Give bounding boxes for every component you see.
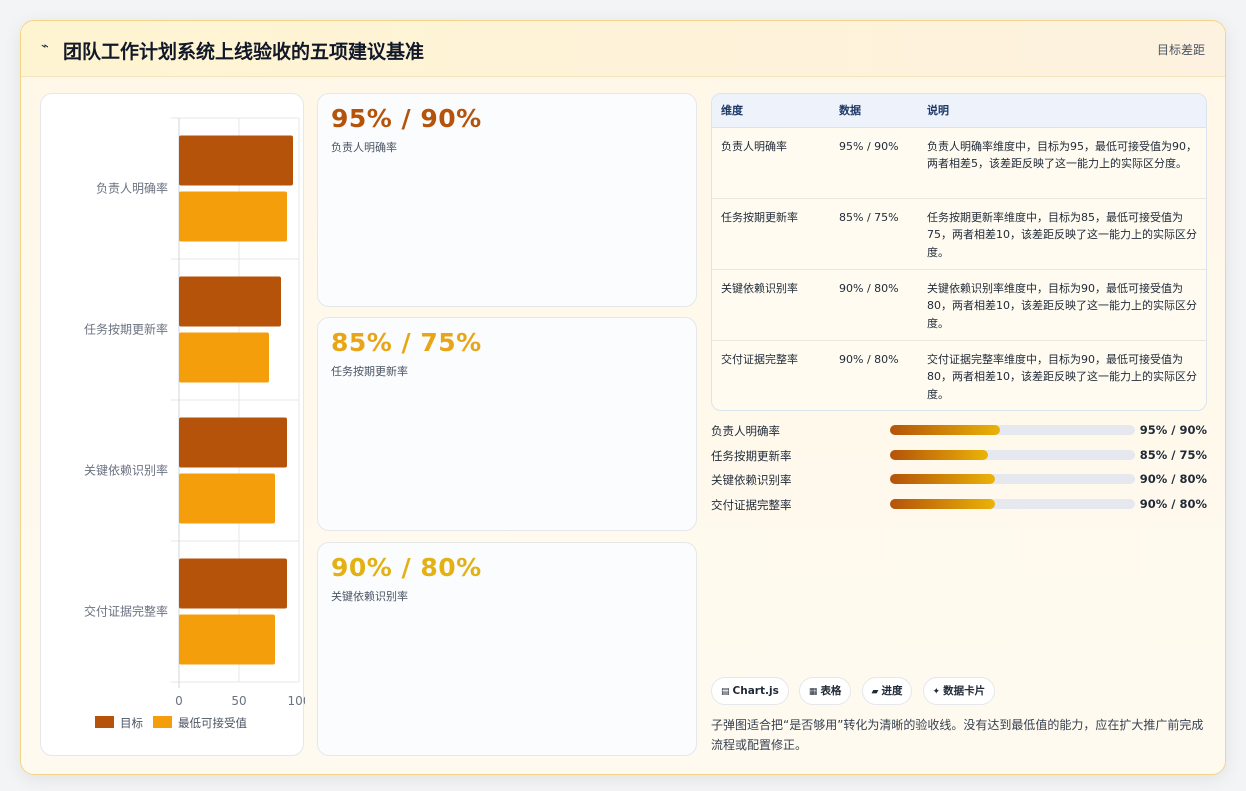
chip-label: Chart.js	[732, 685, 779, 697]
table-header-row: 维度 数据 说明	[712, 94, 1206, 128]
x-tick-label: 0	[175, 694, 183, 708]
bar-target	[179, 135, 293, 186]
stat-card: 95% / 90% 负责人明确率	[317, 93, 697, 307]
progress-fill	[890, 449, 988, 460]
table-row: 负责人明确率 95% / 90% 负责人明确率维度中，目标为95，最低可接受值为…	[712, 127, 1206, 199]
table-header: 说明	[918, 94, 1206, 128]
progress-icon: ▰	[871, 687, 879, 697]
progress-row: 任务按期更新率 85% / 75%	[711, 446, 1207, 471]
bar-minimum	[179, 614, 275, 665]
table-cell-data: 90% / 80%	[839, 352, 899, 366]
table-cell-data: 95% / 90%	[830, 127, 918, 199]
progress-fill	[890, 474, 996, 484]
stat-card: 90% / 80% 关键依赖识别率	[317, 542, 697, 756]
chip-row: ▤ Chart.js ▦ 表格 ▰ 进度 ✦ 数据卡片	[711, 677, 1000, 705]
progress-value: 85% / 75%	[1139, 447, 1207, 462]
table-row: 关键依赖识别率 90% / 80% 关键依赖识别率维度中，目标为90，最低可接受…	[712, 269, 1206, 341]
chip-label: 数据卡片	[943, 685, 986, 697]
legend-swatch	[153, 716, 172, 728]
legend-label: 目标	[120, 716, 143, 730]
stat-card-label: 任务按期更新率	[331, 365, 408, 378]
category-label: 关键依赖识别率	[84, 463, 168, 478]
header: ⌁ 团队工作计划系统上线验收的五项建议基准 目标差距	[21, 21, 1225, 77]
table-cell-dim: 关键依赖识别率	[712, 269, 830, 341]
stat-card-value: 90% / 80%	[331, 553, 482, 582]
table-cell-data: 90% / 80%	[830, 269, 918, 341]
table-cell-dim: 任务按期更新率	[712, 198, 830, 270]
progress-value: 90% / 80%	[1139, 472, 1207, 486]
page-title: 团队工作计划系统上线验收的五项建议基准	[63, 41, 425, 63]
chip-label: 进度	[881, 685, 903, 697]
stat-card-value: 85% / 75%	[331, 328, 482, 357]
bar-minimum	[179, 332, 269, 383]
table-header: 数据	[830, 94, 918, 128]
progress-label: 负责人明确率	[711, 424, 780, 438]
stat-card: 85% / 75% 任务按期更新率	[317, 317, 697, 531]
stat-card-label: 负责人明确率	[331, 141, 397, 154]
x-tick-label: 100	[288, 694, 305, 708]
progress-fill	[890, 425, 1001, 435]
progress-track	[890, 425, 1135, 435]
table-header: 维度	[712, 94, 830, 128]
table-cell-dim: 交付证据完整率	[721, 352, 798, 366]
bar-target	[179, 558, 287, 609]
bar-minimum	[179, 191, 287, 242]
progress-row: 关键依赖识别率 90% / 80%	[711, 470, 1207, 495]
stat-card-label: 关键依赖识别率	[331, 590, 408, 603]
table-cell-desc: 交付证据完整率维度中，目标为90，最低可接受值为80，两者相差10，该差距反映了…	[927, 352, 1197, 401]
header-right-label: 目标差距	[1156, 43, 1205, 57]
table-cell-desc: 关键依赖识别率维度中，目标为90，最低可接受值为80，两者相差10，该差距反映了…	[918, 269, 1206, 341]
progress-row: 负责人明确率 95% / 90%	[711, 421, 1207, 446]
footnote: 子弹图适合把“是否够用”转化为清晰的验收线。没有达到最低值的能力，应在扩大推广前…	[711, 718, 1204, 752]
x-tick-label: 50	[231, 694, 246, 708]
progress-track	[890, 498, 1135, 509]
bar-target	[179, 276, 281, 327]
table-row: 任务按期更新率 85% / 75% 任务按期更新率维度中，目标为85，最低可接受…	[712, 198, 1206, 270]
data-table: 维度 数据 说明 负责人明确率 95% / 90% 负责人明确率维度中，目标为9…	[711, 93, 1207, 411]
category-label: 交付证据完整率	[84, 604, 168, 619]
bar-minimum	[179, 473, 275, 524]
table-cell-desc: 任务按期更新率维度中，目标为85，最低可接受值为75，两者相差10，该差距反映了…	[918, 198, 1206, 270]
bullet-chart-panel: 负责人明确率任务按期更新率关键依赖识别率交付证据完整率 0 50 100 目标 最低可接受…	[40, 93, 305, 756]
bar-target	[179, 417, 287, 468]
chart-icon: ▤	[721, 687, 730, 697]
chip-progress[interactable]: ▰ 进度	[861, 677, 913, 705]
progress-label: 关键依赖识别率	[711, 473, 792, 487]
legend-label: 最低可接受值	[178, 716, 247, 730]
table-icon: ▦	[808, 687, 818, 697]
progress-list: 负责人明确率 95% / 90% 任务按期更新率 85% / 75% 关键依赖识…	[711, 421, 1207, 519]
chip-label: 表格	[820, 685, 842, 697]
progress-row: 交付证据完整率 90% / 80%	[711, 495, 1207, 520]
legend-swatch	[95, 716, 114, 728]
table-cell-dim: 负责人明确率	[712, 127, 830, 199]
sparkle-icon: ✦	[932, 687, 941, 697]
category-label: 任务按期更新率	[84, 322, 168, 337]
progress-value: 90% / 80%	[1139, 496, 1207, 511]
bullet-chart: 负责人明确率任务按期更新率关键依赖识别率交付证据完整率 0 50 100 目标 最低可接受…	[84, 117, 305, 730]
progress-fill	[890, 498, 996, 509]
chip-data-cards[interactable]: ✦ 数据卡片	[922, 677, 996, 705]
pulse-icon: ⌁	[41, 39, 49, 54]
dashboard-frame: ⌁ 团队工作计划系统上线验收的五项建议基准 目标差距 负责人明确率 任务按期更新率…	[20, 20, 1226, 775]
progress-value: 95% / 90%	[1139, 423, 1207, 437]
progress-label: 交付证据完整率	[711, 497, 792, 512]
table-cell-data: 85% / 75%	[830, 198, 918, 270]
chip-chartjs[interactable]: ▤ Chart.js	[711, 677, 789, 705]
stat-card-value: 95% / 90%	[331, 104, 482, 133]
table-cell-desc: 负责人明确率维度中，目标为95，最低可接受值为90，两者相差5，该差距反映了这一…	[918, 127, 1206, 199]
progress-track	[890, 449, 1135, 460]
category-label: 负责人明确率	[96, 181, 168, 196]
table-row: 交付证据完整率 90% / 80% 交付证据完整率维度中，目标为90，最低可接受…	[712, 340, 1206, 410]
progress-track	[890, 474, 1135, 484]
chip-table[interactable]: ▦ 表格	[798, 677, 852, 705]
progress-label: 任务按期更新率	[711, 448, 792, 463]
